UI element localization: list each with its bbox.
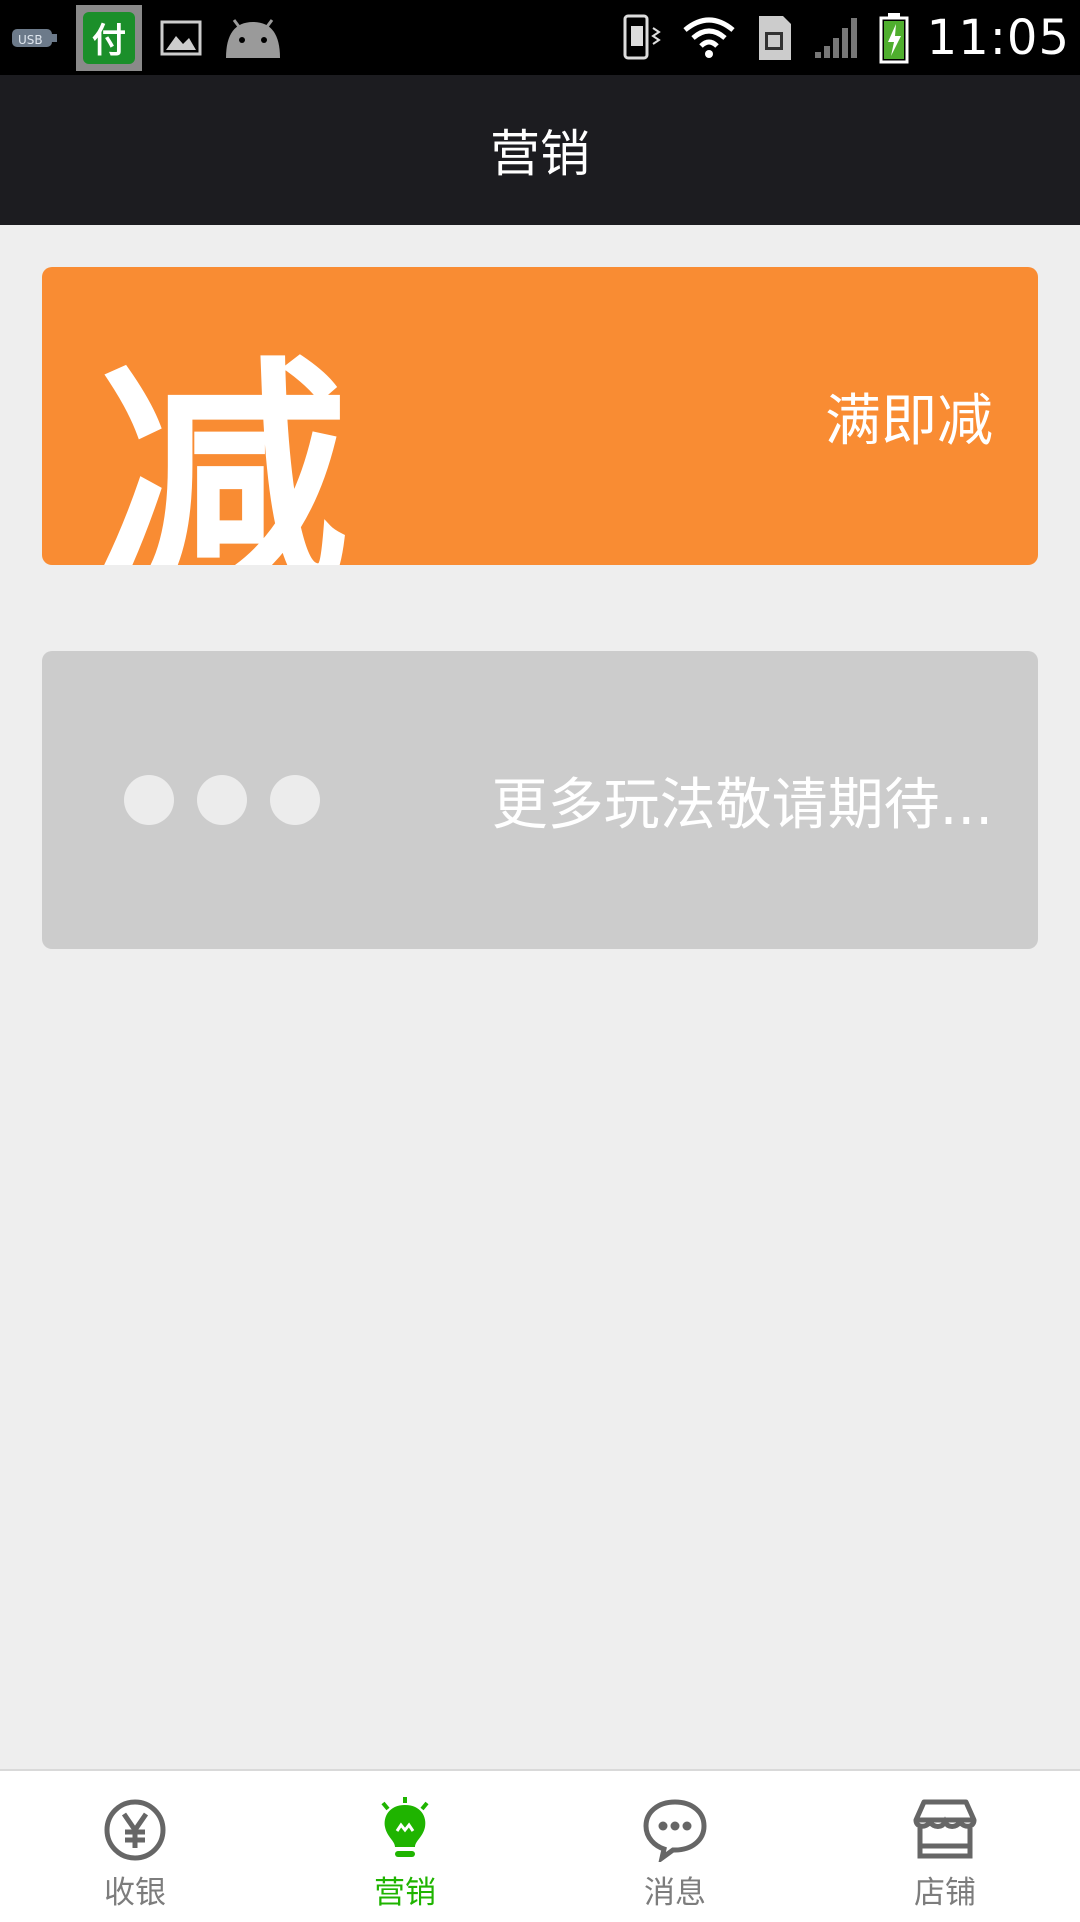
page-title: 营销 [490, 125, 590, 183]
dot [270, 775, 320, 825]
store-icon [912, 1797, 978, 1863]
reduction-graphic: 减 [98, 336, 348, 566]
dot [124, 775, 174, 825]
chat-bubble-icon [642, 1797, 708, 1863]
yen-icon [102, 1797, 168, 1863]
nav-item-messages[interactable]: 消息 [540, 1771, 810, 1922]
sim-icon [755, 14, 795, 62]
signal-icon [813, 16, 861, 60]
pay-app-icon: 付 [76, 4, 142, 71]
nav-label-messages: 消息 [644, 1875, 706, 1911]
clock: 11:05 [926, 9, 1070, 66]
svg-text:USB: USB [18, 33, 43, 47]
bottom-nav: 收银 营销 消息 店铺 [0, 1769, 1080, 1922]
title-bar: 营销 [0, 75, 1080, 225]
pay-app-badge: 付 [83, 11, 135, 64]
nav-label-marketing: 营销 [374, 1875, 436, 1911]
nav-item-marketing[interactable]: 营销 [270, 1771, 540, 1922]
more-features-label: 更多玩法敬请期待... [491, 772, 993, 838]
nav-label-cashier: 收银 [104, 1875, 166, 1911]
dot [197, 775, 247, 825]
full-reduction-label: 满即减 [825, 388, 993, 454]
android-icon [220, 16, 286, 60]
image-icon [160, 20, 202, 56]
nav-label-store: 店铺 [914, 1875, 976, 1911]
status-bar: USB 付 11:05 [0, 0, 1080, 75]
lightbulb-icon [372, 1797, 438, 1863]
battery-charging-icon [879, 12, 909, 64]
nav-item-store[interactable]: 店铺 [810, 1771, 1080, 1922]
usb-icon: USB [10, 23, 58, 53]
more-features-card[interactable]: 更多玩法敬请期待... [42, 651, 1038, 949]
ellipsis-icon [124, 651, 320, 949]
full-reduction-card[interactable]: 减 满即减 [42, 267, 1038, 565]
nav-item-cashier[interactable]: 收银 [0, 1771, 270, 1922]
wifi-icon [681, 16, 737, 60]
vibrate-icon [619, 14, 663, 62]
